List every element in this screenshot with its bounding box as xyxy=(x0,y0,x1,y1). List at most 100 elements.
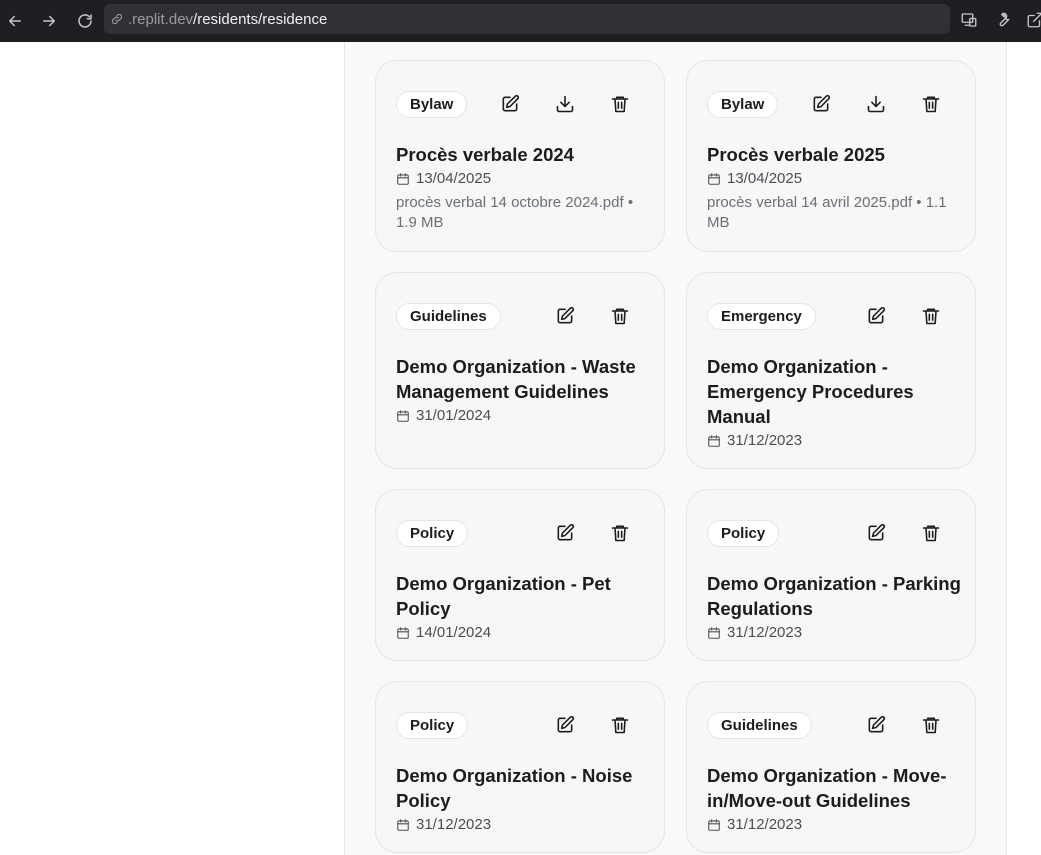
devices-button[interactable] xyxy=(958,9,980,31)
edit-icon xyxy=(557,306,575,324)
calendar-icon xyxy=(708,173,720,185)
delete-button[interactable] xyxy=(608,304,632,328)
delete-button[interactable] xyxy=(608,521,632,545)
edit-button[interactable] xyxy=(864,521,888,545)
download-button[interactable] xyxy=(864,92,888,116)
external-link-icon xyxy=(1027,12,1041,28)
category-badge: Policy xyxy=(707,520,780,547)
document-card: Guidelines Demo Organization - Move-in/M… xyxy=(686,681,976,853)
edit-icon xyxy=(868,306,886,324)
document-date-text: 13/04/2025 xyxy=(727,170,803,187)
back-button[interactable] xyxy=(3,9,27,33)
document-date: 14/01/2024 xyxy=(396,622,652,644)
calendar-icon xyxy=(708,435,720,447)
document-title-block: Demo Organization - Move-in/Move-out Gui… xyxy=(707,763,963,836)
delete-button[interactable] xyxy=(608,92,632,116)
delete-button[interactable] xyxy=(919,92,943,116)
document-date-text: 31/01/2024 xyxy=(416,407,492,424)
edit-icon xyxy=(868,715,886,733)
document-title[interactable]: Demo Organization - Parking Regulations xyxy=(707,571,963,621)
document-card: Policy Demo Organization - Noise Policy … xyxy=(375,681,665,853)
trash-icon xyxy=(611,96,629,113)
trash-icon xyxy=(611,308,629,325)
document-title-block: Procès verbale 2025 13/04/2025 procès ve… xyxy=(707,142,963,233)
category-badge: Bylaw xyxy=(707,91,779,118)
browser-toolbar: .replit.dev/residents/residence xyxy=(0,0,1041,42)
document-card: Bylaw Procès verbale 2025 13/04/2025 pro… xyxy=(686,60,976,252)
trash-icon xyxy=(922,525,940,542)
document-date: 31/12/2023 xyxy=(396,814,652,836)
wrench-icon xyxy=(999,12,1010,27)
document-date: 31/12/2023 xyxy=(707,814,963,836)
document-title[interactable]: Demo Organization - Waste Management Gui… xyxy=(396,354,652,404)
devices-icon xyxy=(961,13,977,27)
page: Bylaw Procès verbale 2024 13/04/2025 pro… xyxy=(0,42,1041,855)
document-card: Policy Demo Organization - Parking Regul… xyxy=(686,489,976,661)
calendar-icon xyxy=(397,173,409,185)
forward-button[interactable] xyxy=(37,9,61,33)
document-title[interactable]: Demo Organization - Emergency Procedures… xyxy=(707,354,963,429)
edit-icon xyxy=(813,94,831,112)
url-domain: .replit.dev xyxy=(128,10,194,28)
edit-icon xyxy=(502,94,520,112)
edit-icon xyxy=(557,715,575,733)
category-badge: Emergency xyxy=(707,303,816,330)
tools-button[interactable] xyxy=(992,9,1014,31)
document-title-block: Procès verbale 2024 13/04/2025 procès ve… xyxy=(396,142,652,233)
document-date: 31/12/2023 xyxy=(707,622,963,644)
document-card: Emergency Demo Organization - Emergency … xyxy=(686,272,976,469)
edit-button[interactable] xyxy=(864,304,888,328)
reload-button[interactable] xyxy=(73,9,97,33)
document-title[interactable]: Demo Organization - Move-in/Move-out Gui… xyxy=(707,763,963,813)
delete-button[interactable] xyxy=(919,713,943,737)
document-file-info: procès verbal 14 avril 2025.pdf • 1.1 MB xyxy=(707,194,947,231)
calendar-icon xyxy=(708,627,720,639)
edit-button[interactable] xyxy=(553,713,577,737)
download-icon xyxy=(556,95,574,113)
download-icon xyxy=(867,95,885,113)
document-card: Policy Demo Organization - Pet Policy 14… xyxy=(375,489,665,661)
trash-icon xyxy=(922,96,940,113)
document-file-info: procès verbal 14 octobre 2024.pdf • 1.9 … xyxy=(396,194,634,231)
document-date-text: 13/04/2025 xyxy=(416,170,492,187)
category-badge: Guidelines xyxy=(707,712,812,739)
calendar-icon xyxy=(397,627,409,639)
open-external-button[interactable] xyxy=(1024,9,1041,31)
document-title[interactable]: Demo Organization - Noise Policy xyxy=(396,763,652,813)
document-date: 13/04/2025 xyxy=(707,168,963,190)
edit-button[interactable] xyxy=(864,713,888,737)
document-date-text: 31/12/2023 xyxy=(727,432,803,449)
edit-button[interactable] xyxy=(553,304,577,328)
edit-icon xyxy=(868,523,886,541)
delete-button[interactable] xyxy=(919,521,943,545)
address-bar[interactable]: .replit.dev/residents/residence xyxy=(104,4,950,34)
document-card: Bylaw Procès verbale 2024 13/04/2025 pro… xyxy=(375,60,665,252)
calendar-icon xyxy=(397,819,409,831)
document-date: 13/04/2025 xyxy=(396,168,652,190)
delete-button[interactable] xyxy=(919,304,943,328)
trash-icon xyxy=(611,525,629,542)
download-button[interactable] xyxy=(553,92,577,116)
delete-button[interactable] xyxy=(608,713,632,737)
edit-icon xyxy=(557,523,575,541)
document-title[interactable]: Procès verbale 2025 xyxy=(707,142,963,167)
document-date-text: 31/12/2023 xyxy=(727,816,803,833)
arrow-left-icon xyxy=(9,15,21,27)
edit-button[interactable] xyxy=(553,521,577,545)
trash-icon xyxy=(922,717,940,734)
document-date-text: 31/12/2023 xyxy=(416,816,492,833)
edit-button[interactable] xyxy=(809,92,833,116)
document-title-block: Demo Organization - Parking Regulations … xyxy=(707,571,963,644)
calendar-icon xyxy=(708,819,720,831)
document-title[interactable]: Procès verbale 2024 xyxy=(396,142,652,167)
document-title[interactable]: Demo Organization - Pet Policy xyxy=(396,571,652,621)
document-title-block: Demo Organization - Waste Management Gui… xyxy=(396,354,652,427)
document-title-block: Demo Organization - Pet Policy 14/01/202… xyxy=(396,571,652,644)
edit-button[interactable] xyxy=(498,92,522,116)
document-date: 31/12/2023 xyxy=(707,430,963,452)
document-date-text: 14/01/2024 xyxy=(416,624,492,641)
document-date-text: 31/12/2023 xyxy=(727,624,803,641)
url-path: /residents/residence xyxy=(193,10,328,28)
trash-icon xyxy=(922,308,940,325)
category-badge: Policy xyxy=(396,520,469,547)
